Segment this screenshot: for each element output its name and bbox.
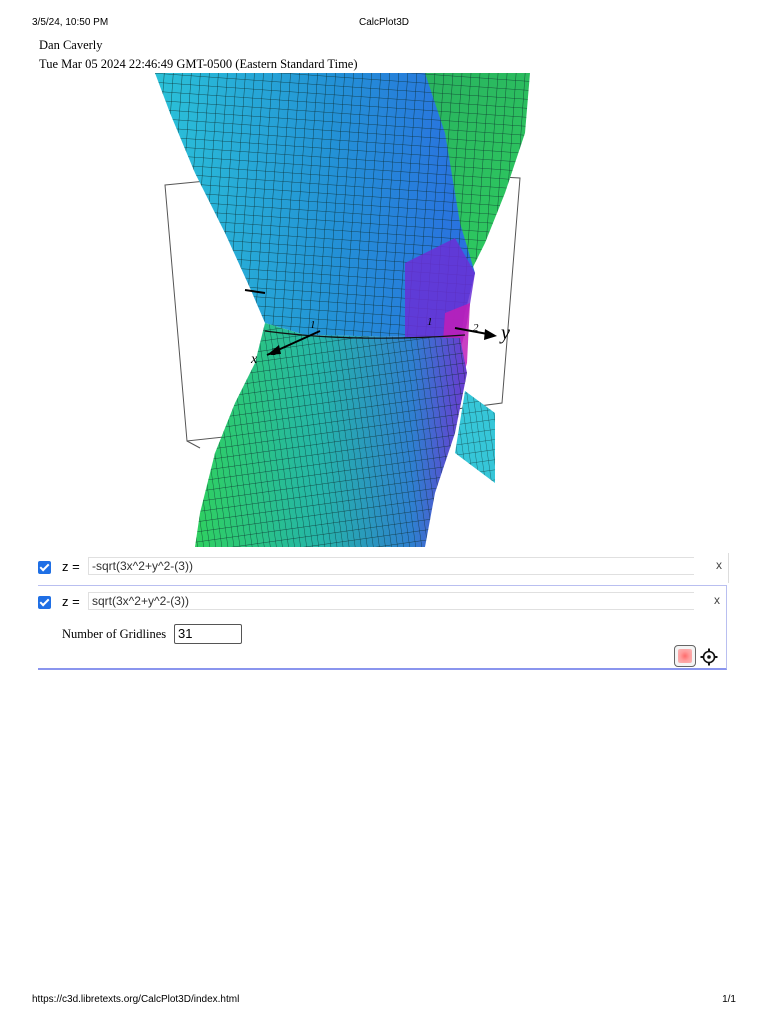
- plot-canvas[interactable]: y x 1 2 1 2: [155, 73, 530, 547]
- surface-1-checkbox[interactable]: [38, 561, 51, 574]
- surface-row-1: z = -sqrt(3x^2+y^2-(3)) x: [38, 553, 729, 583]
- surface-1-expression-input[interactable]: -sqrt(3x^2+y^2-(3)): [88, 557, 694, 575]
- surface-row-2: z = sqrt(3x^2+y^2-(3)) x: [38, 588, 726, 618]
- surface-2-remove-button[interactable]: x: [714, 593, 720, 607]
- gear-icon[interactable]: [700, 648, 718, 666]
- x-axis-label: x: [250, 352, 258, 367]
- color-swatch-icon: [678, 649, 692, 663]
- x-tick-2: 2: [271, 346, 277, 358]
- surface-1-remove-button[interactable]: x: [716, 558, 722, 572]
- surface-2-expression-input[interactable]: sqrt(3x^2+y^2-(3)): [88, 592, 694, 610]
- gridlines-label: Number of Gridlines: [62, 627, 167, 641]
- user-info: Dan Caverly Tue Mar 05 2024 22:46:49 GMT…: [39, 36, 358, 74]
- user-timestamp: Tue Mar 05 2024 22:46:49 GMT-0500 (Easte…: [39, 57, 358, 71]
- surface-plot-svg: y x 1 2 1 2: [155, 73, 530, 547]
- color-swatch-button[interactable]: [674, 645, 696, 667]
- surface-2-z-label: z =: [62, 594, 80, 609]
- gridlines-input[interactable]: 31: [174, 624, 242, 644]
- y-tick-2: 2: [473, 322, 479, 334]
- surface-1-z-label: z =: [62, 559, 80, 574]
- print-page-number: 1/1: [722, 994, 736, 1005]
- x-tick-1: 1: [310, 319, 316, 331]
- print-title: CalcPlot3D: [358, 17, 410, 28]
- user-name: Dan Caverly: [39, 38, 103, 52]
- print-url[interactable]: https://c3d.libretexts.org/CalcPlot3D/in…: [32, 994, 239, 1005]
- y-axis-label: y: [499, 322, 510, 344]
- surface-2-checkbox[interactable]: [38, 596, 51, 609]
- y-tick-1: 1: [427, 316, 433, 328]
- surface-2-panel: z = sqrt(3x^2+y^2-(3)) x Number of Gridl…: [38, 585, 727, 670]
